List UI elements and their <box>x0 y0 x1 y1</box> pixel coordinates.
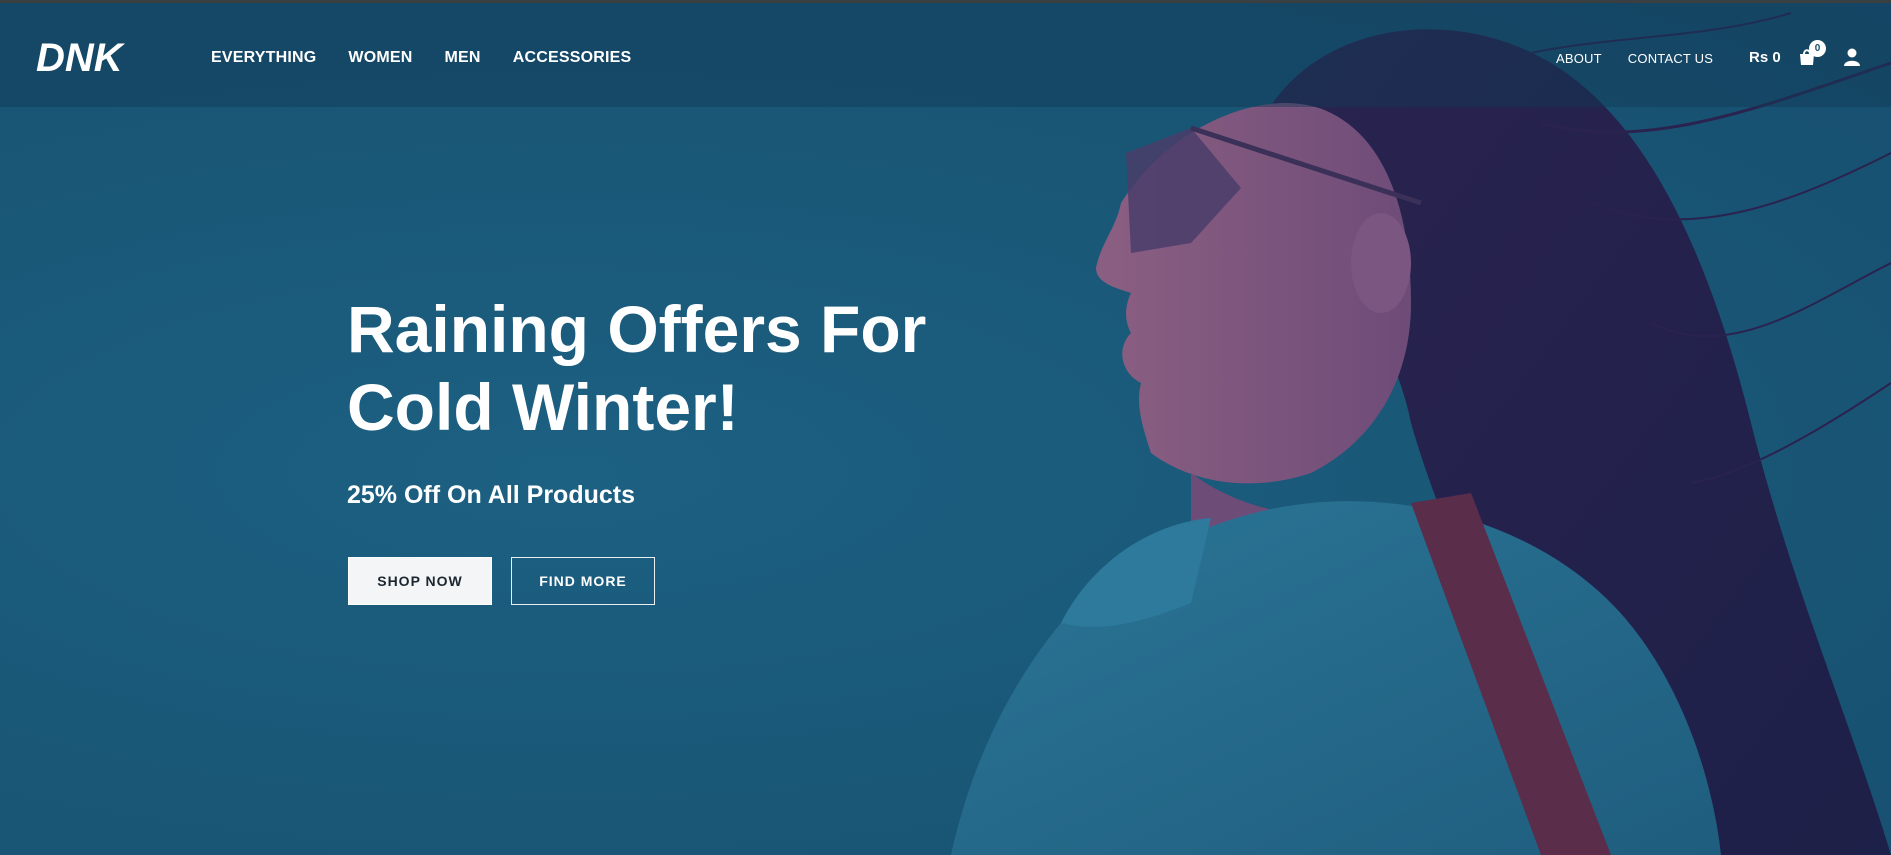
logo-text: DNK <box>36 36 126 80</box>
user-icon[interactable] <box>1842 47 1862 67</box>
nav-item-contact-us[interactable]: CONTACT US <box>1628 51 1713 66</box>
find-more-button[interactable]: FIND MORE <box>511 557 655 605</box>
hero-model-photo <box>951 12 1891 855</box>
cart-total[interactable]: Rs 0 <box>1749 49 1781 66</box>
nav-item-men[interactable]: MEN <box>445 49 481 67</box>
nav-item-about[interactable]: ABOUT <box>1556 51 1602 66</box>
hero-subhead: 25% Off On All Products <box>347 481 636 509</box>
hero-headline: Raining Offers For Cold Winter! <box>347 292 927 444</box>
dnk-logo[interactable]: DNK <box>34 31 152 81</box>
secondary-nav: ABOUT CONTACT US <box>1556 51 1713 66</box>
main-nav: EVERYTHING WOMEN MEN ACCESSORIES <box>211 49 631 67</box>
nav-item-women[interactable]: WOMEN <box>348 49 412 67</box>
nav-item-everything[interactable]: EVERYTHING <box>211 49 316 67</box>
cart-count-badge: 0 <box>1809 40 1826 57</box>
site-header: DNK EVERYTHING WOMEN MEN ACCESSORIES ABO… <box>0 3 1891 107</box>
shop-now-button[interactable]: SHOP NOW <box>348 557 492 605</box>
nav-item-accessories[interactable]: ACCESSORIES <box>513 49 632 67</box>
